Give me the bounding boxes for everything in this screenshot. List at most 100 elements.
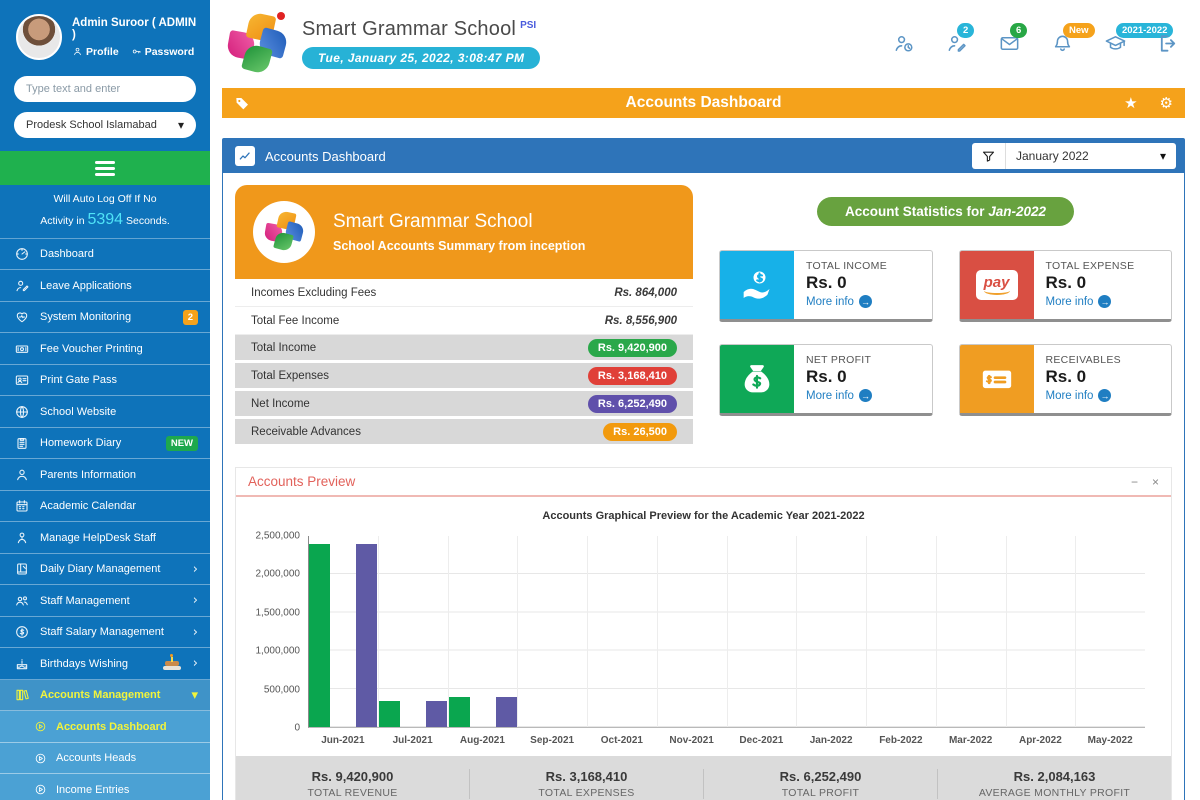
- sidebar-item-school-website[interactable]: School Website: [0, 396, 210, 428]
- stat-value: Rs. 0: [806, 367, 872, 387]
- sidebar-item-homework-diary[interactable]: Homework DiaryNEW: [0, 428, 210, 460]
- close-button[interactable]: ×: [1152, 475, 1159, 489]
- bar-group: [588, 536, 658, 727]
- bar-group: [449, 536, 519, 727]
- x-tick-label: Aug-2021: [448, 732, 518, 756]
- person-icon: [72, 46, 83, 57]
- sidebar-item-academic-calendar[interactable]: Academic Calendar: [0, 491, 210, 523]
- x-tick-label: Nov-2021: [657, 732, 727, 756]
- summary-row-label: Incomes Excluding Fees: [251, 287, 376, 299]
- more-info-link[interactable]: More info→: [1046, 389, 1121, 402]
- sidebar-item-label: Staff Management: [40, 595, 183, 607]
- footer-stat-label: AVERAGE MONTHLY PROFIT: [938, 787, 1171, 799]
- school-select[interactable]: Prodesk School Islamabad▾: [14, 112, 196, 138]
- y-tick-label: 2,500,000: [256, 531, 301, 542]
- leave-icon: [14, 278, 30, 294]
- header-badge: 2: [957, 23, 974, 38]
- sidebar-item-dashboard[interactable]: Dashboard: [0, 239, 210, 271]
- favorite-star-icon[interactable]: ★: [1124, 94, 1137, 112]
- mail-icon[interactable]: 6: [998, 32, 1021, 55]
- sidebar-item-fee-voucher-printing[interactable]: Fee Voucher Printing: [0, 333, 210, 365]
- more-info-link[interactable]: More info →: [806, 295, 887, 308]
- search-input[interactable]: [14, 76, 196, 102]
- sidebar-subitem-label: Accounts Heads: [56, 752, 136, 764]
- stat-card-body: TOTAL EXPENSERs. 0More info→: [1034, 251, 1147, 319]
- sidebar-item-staff-management[interactable]: Staff Management›: [0, 585, 210, 617]
- chevron-right-icon: ›: [193, 625, 198, 640]
- bar-group: [658, 536, 728, 727]
- accounts-icon: [14, 687, 30, 703]
- profile-link[interactable]: Profile: [72, 46, 119, 58]
- sidebar-subitem-income-entries[interactable]: Income Entries: [0, 774, 210, 800]
- sidebar-item-system-monitoring[interactable]: System Monitoring 2: [0, 302, 210, 334]
- globe-icon: [14, 404, 30, 420]
- bell-icon[interactable]: New: [1051, 32, 1074, 55]
- sidebar-item-label: System Monitoring: [40, 311, 173, 323]
- more-info-link[interactable]: More info→: [806, 389, 872, 402]
- stat-value: Rs. 0: [806, 273, 887, 293]
- password-link[interactable]: Password: [131, 46, 195, 58]
- chevron-down-icon: ▾: [1160, 149, 1166, 163]
- sidebar-item-label: Fee Voucher Printing: [40, 343, 198, 355]
- salary-icon: [14, 624, 30, 640]
- logout-icon[interactable]: [1157, 32, 1180, 55]
- menu-badge: NEW: [166, 436, 198, 451]
- bar-group: [1076, 536, 1145, 727]
- birthday-cake-icon: [163, 657, 181, 671]
- summary-subtitle: School Accounts Summary from inception: [333, 239, 585, 253]
- sidebar-item-manage-helpdesk-staff[interactable]: Manage HelpDesk Staff: [0, 522, 210, 554]
- more-info-label: More info: [806, 296, 854, 308]
- accounts-summary-card: Smart Grammar School School Accounts Sum…: [235, 185, 693, 447]
- sidebar-item-label: Leave Applications: [40, 280, 198, 292]
- graduation-icon[interactable]: 2021-2022: [1104, 32, 1127, 55]
- bar-chart: 2,500,0002,000,0001,500,0001,000,000500,…: [236, 530, 1171, 728]
- voucher-icon: [14, 341, 30, 357]
- summary-row-label: Total Fee Income: [251, 315, 339, 327]
- stat-title: NET PROFIT: [806, 354, 872, 366]
- moneybag-icon: [720, 345, 794, 413]
- minimize-button[interactable]: −: [1131, 475, 1138, 489]
- sidebar-item-print-gate-pass[interactable]: Print Gate Pass: [0, 365, 210, 397]
- pay-icon: pay: [960, 251, 1034, 319]
- settings-gear-icon[interactable]: ⚙: [1160, 94, 1173, 112]
- cheque-icon: [960, 345, 1034, 413]
- stat-card-net-profit: NET PROFITRs. 0 More info→: [719, 344, 933, 416]
- helpdesk-icon: [14, 530, 30, 546]
- staff-icon: [14, 593, 30, 609]
- hamburger-icon: [95, 161, 115, 176]
- sidebar-subitem-accounts-dashboard[interactable]: Accounts Dashboard: [0, 711, 210, 743]
- panel-header: Accounts Dashboard January 2022▾: [223, 139, 1184, 173]
- y-tick-label: 1,000,000: [256, 646, 301, 657]
- stat-card-body: TOTAL INCOMERs. 0More info→: [794, 251, 899, 319]
- autolog-seconds: 5394: [87, 211, 123, 228]
- more-info-link[interactable]: More info→: [1046, 295, 1135, 308]
- x-tick-label: Sep-2021: [517, 732, 587, 756]
- sidebar-item-birthdays-wishing[interactable]: Birthdays Wishing›: [0, 648, 210, 680]
- sidebar-item-label: Daily Diary Management: [40, 563, 183, 575]
- sidebar: Admin Suroor ( ADMIN ) Profile Password …: [0, 0, 210, 800]
- summary-row-value: Rs. 26,500: [603, 423, 677, 441]
- filter-icon[interactable]: [972, 143, 1006, 169]
- hamburger-menu-button[interactable]: [0, 151, 210, 185]
- arrow-circle-icon: →: [859, 295, 872, 308]
- month-select[interactable]: January 2022▾: [1006, 149, 1176, 163]
- parents-icon: [14, 467, 30, 483]
- play-circle-icon: [34, 783, 47, 796]
- sidebar-subitem-accounts-heads[interactable]: Accounts Heads: [0, 743, 210, 775]
- sidebar-item-label: Accounts Management: [40, 689, 181, 701]
- more-info-label: More info: [806, 390, 854, 402]
- top-header: Smart Grammar SchoolPSI Tue, January 25,…: [210, 0, 1200, 86]
- menu-badge: 2: [183, 310, 198, 325]
- sidebar-item-accounts-management[interactable]: Accounts Management▾: [0, 680, 210, 712]
- purple-series-bar: [426, 701, 447, 727]
- sidebar-item-daily-diary-management[interactable]: Daily Diary Management ›: [0, 554, 210, 586]
- sidebar-item-label: Manage HelpDesk Staff: [40, 532, 198, 544]
- sidebar-item-staff-salary-management[interactable]: Staff Salary Management›: [0, 617, 210, 649]
- sidebar-item-leave-applications[interactable]: Leave Applications: [0, 270, 210, 302]
- sidebar-item-parents-information[interactable]: Parents Information: [0, 459, 210, 491]
- user-edit-icon[interactable]: 2: [945, 32, 968, 55]
- user-clock-icon[interactable]: [892, 32, 915, 55]
- page-title-banner: Accounts Dashboard ★ ⚙: [222, 88, 1185, 118]
- footer-stat-label: TOTAL REVENUE: [236, 787, 469, 799]
- chevron-right-icon: ›: [193, 562, 198, 577]
